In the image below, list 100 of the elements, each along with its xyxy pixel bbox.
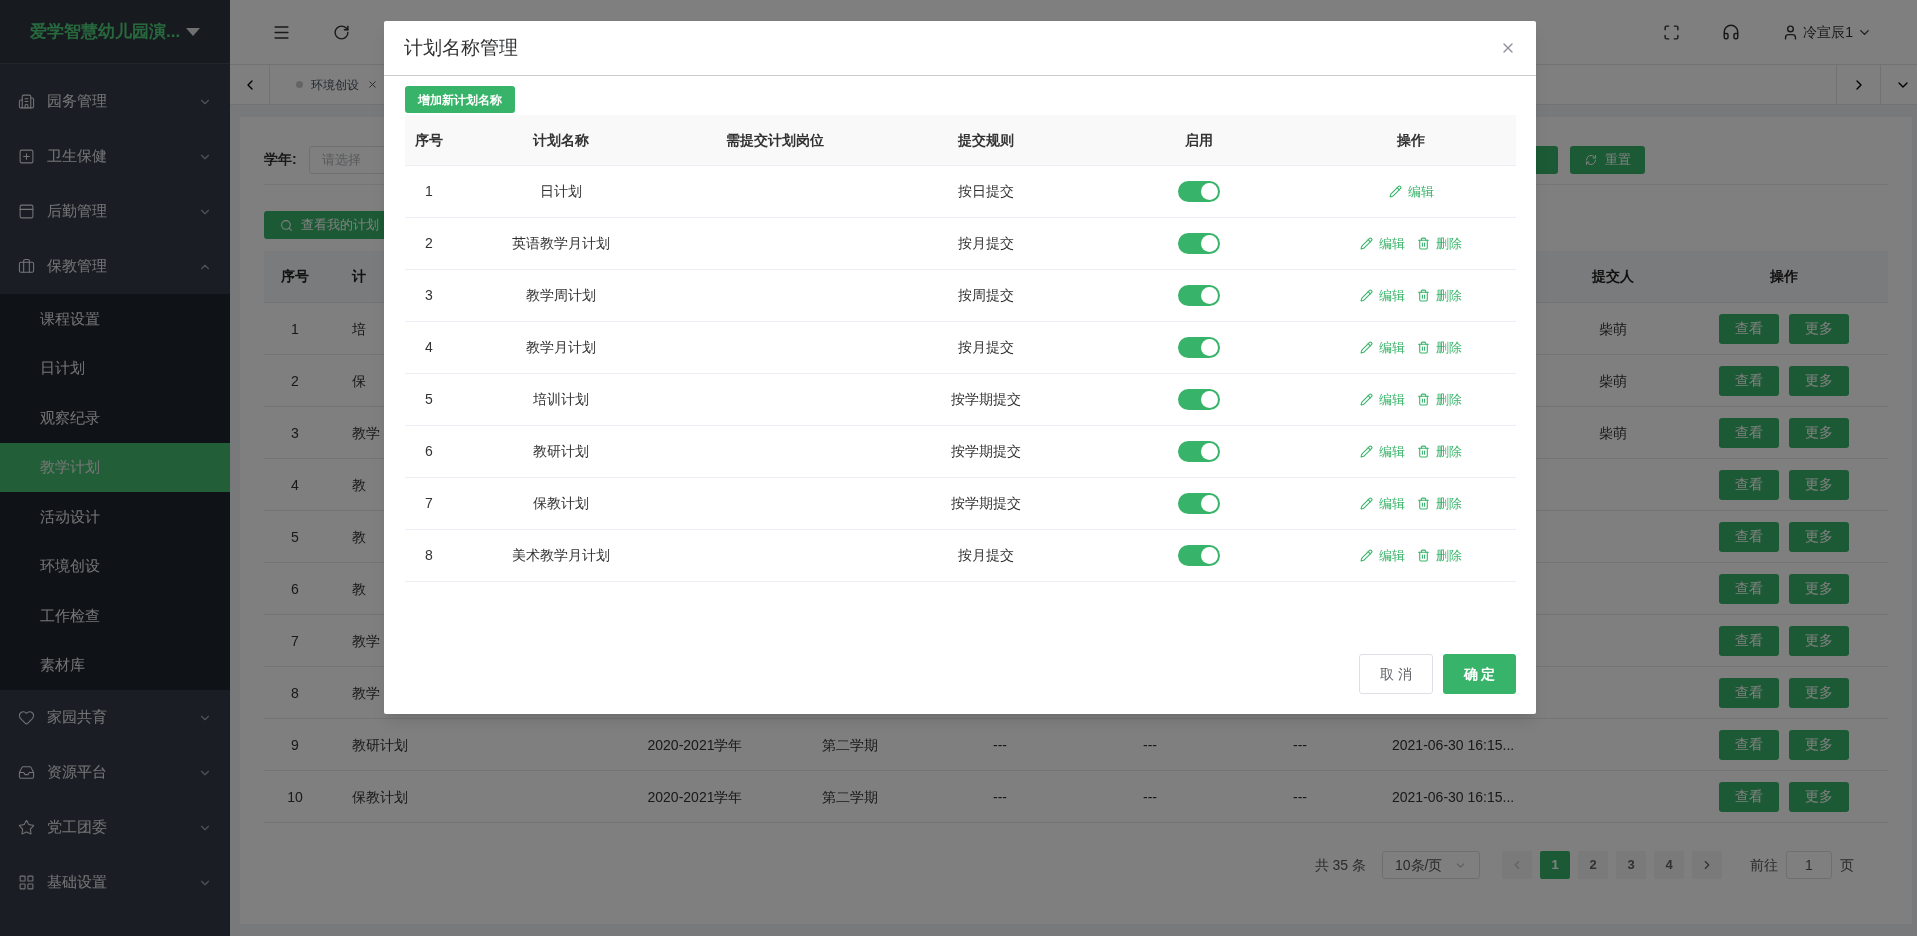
toggle-switch[interactable] <box>1177 441 1220 462</box>
table-cell: 7 <box>425 495 433 511</box>
table-cell: 教 <box>352 476 366 493</box>
page-button[interactable]: 4 <box>1654 851 1684 879</box>
more-button[interactable]: 更多 <box>1789 729 1849 760</box>
search-icon <box>280 218 293 232</box>
confirm-button[interactable]: 确 定 <box>1443 654 1516 694</box>
goto-page-field[interactable]: 1 <box>1786 851 1832 879</box>
more-button[interactable]: 更多 <box>1789 365 1849 396</box>
table-cell: 按月提交 <box>958 547 1014 563</box>
table-cell: 2 <box>425 235 433 251</box>
menu-item[interactable]: 家园共育 <box>0 690 230 745</box>
trash-icon <box>1417 445 1430 458</box>
refresh-icon[interactable] <box>333 23 350 41</box>
submenu-item[interactable]: 环境创设 <box>0 541 230 591</box>
edit-link[interactable]: 编辑 <box>1360 545 1405 566</box>
edit-link[interactable]: 编辑 <box>1360 441 1405 462</box>
page-size-select[interactable]: 10条/页 <box>1382 851 1480 879</box>
close-icon[interactable] <box>367 79 378 90</box>
submenu-item[interactable]: 观察纪录 <box>0 393 230 443</box>
table-cell: 按学期提交 <box>951 495 1021 511</box>
page-button[interactable]: 3 <box>1616 851 1646 879</box>
building-icon <box>18 93 35 110</box>
toggle-switch[interactable] <box>1177 493 1220 514</box>
toggle-switch[interactable] <box>1177 181 1220 202</box>
table-cell: 第二学期 <box>822 736 878 753</box>
fullscreen-icon[interactable] <box>1663 23 1681 41</box>
page-button[interactable]: 2 <box>1578 851 1608 879</box>
table-cell: 7 <box>291 632 299 649</box>
delete-link[interactable]: 删除 <box>1417 441 1462 462</box>
more-button[interactable]: 更多 <box>1789 521 1849 552</box>
more-button[interactable]: 更多 <box>1789 313 1849 344</box>
reset-button[interactable]: 重置 <box>1570 145 1645 174</box>
edit-link[interactable]: 编辑 <box>1360 389 1405 410</box>
delete-link[interactable]: 删除 <box>1417 285 1462 306</box>
toggle-switch[interactable] <box>1177 545 1220 566</box>
submenu-item[interactable]: 工作检查 <box>0 591 230 641</box>
column-header: 操作 <box>1397 131 1425 148</box>
table-cell: 6 <box>425 443 433 459</box>
view-button[interactable]: 查看 <box>1719 573 1779 604</box>
edit-link[interactable]: 编辑 <box>1360 285 1405 306</box>
more-button[interactable]: 更多 <box>1789 781 1849 812</box>
submenu-item[interactable]: 教学计划 <box>0 442 230 492</box>
column-header: 提交规则 <box>958 131 1014 148</box>
pencil-icon <box>1360 497 1373 510</box>
view-button[interactable]: 查看 <box>1719 313 1779 344</box>
submenu-item[interactable]: 素材库 <box>0 640 230 690</box>
toggle-switch[interactable] <box>1177 285 1220 306</box>
page-tab[interactable]: 环境创设 <box>284 75 390 94</box>
view-button[interactable]: 查看 <box>1719 729 1779 760</box>
more-button[interactable]: 更多 <box>1789 417 1849 448</box>
edit-link[interactable]: 编辑 <box>1360 233 1405 254</box>
goto-label: 前往 <box>1750 855 1778 875</box>
submenu-item[interactable]: 日计划 <box>0 343 230 393</box>
toggle-switch[interactable] <box>1177 389 1220 410</box>
column-header: 操作 <box>1770 268 1798 284</box>
user-menu[interactable]: 冷宣辰1 <box>1782 21 1872 43</box>
more-button[interactable]: 更多 <box>1789 573 1849 604</box>
more-button[interactable]: 更多 <box>1789 625 1849 656</box>
delete-link[interactable]: 删除 <box>1417 389 1462 410</box>
delete-link[interactable]: 删除 <box>1417 337 1462 358</box>
caret-icon[interactable] <box>186 27 200 36</box>
page-button[interactable]: 1 <box>1540 851 1570 879</box>
view-button[interactable]: 查看 <box>1719 677 1779 708</box>
menu-item[interactable]: 保教管理 <box>0 239 230 294</box>
cancel-button[interactable]: 取 消 <box>1359 654 1433 694</box>
menu-item[interactable]: 资源平台 <box>0 745 230 800</box>
table-cell: 保 <box>352 372 366 389</box>
view-button[interactable]: 查看 <box>1719 521 1779 552</box>
view-button[interactable]: 查看 <box>1719 625 1779 656</box>
table-cell: 2021-06-30 16:15... <box>1392 788 1515 805</box>
menu-item[interactable]: 基础设置 <box>0 855 230 910</box>
view-button[interactable]: 查看 <box>1719 417 1779 448</box>
toggle-switch[interactable] <box>1177 337 1220 358</box>
edit-link[interactable]: 编辑 <box>1360 337 1405 358</box>
toggle-switch[interactable] <box>1177 233 1220 254</box>
delete-link[interactable]: 删除 <box>1417 233 1462 254</box>
table-cell: 8 <box>291 684 299 701</box>
refresh-icon <box>1584 153 1597 166</box>
more-button[interactable]: 更多 <box>1789 469 1849 500</box>
heart-icon <box>18 709 35 726</box>
submenu-item[interactable]: 课程设置 <box>0 294 230 344</box>
delete-link[interactable]: 删除 <box>1417 545 1462 566</box>
submenu-item[interactable]: 活动设计 <box>0 492 230 542</box>
edit-link[interactable]: 编辑 <box>1360 493 1405 514</box>
table-cell: 按月提交 <box>958 339 1014 355</box>
menu-item[interactable]: 卫生保健 <box>0 129 230 184</box>
delete-link[interactable]: 删除 <box>1417 493 1462 514</box>
view-button[interactable]: 查看 <box>1719 365 1779 396</box>
view-button[interactable]: 查看 <box>1719 781 1779 812</box>
more-button[interactable]: 更多 <box>1789 677 1849 708</box>
headset-icon[interactable] <box>1722 23 1741 41</box>
table-cell: 教学 <box>352 632 380 649</box>
menu-item[interactable]: 园务管理 <box>0 74 230 129</box>
edit-link[interactable]: 编辑 <box>1388 181 1434 202</box>
pencil-icon <box>1360 549 1373 562</box>
menu-item[interactable]: 党工团委 <box>0 800 230 855</box>
view-button[interactable]: 查看 <box>1719 469 1779 500</box>
add-button[interactable]: 增加新计划名称 <box>405 86 515 113</box>
menu-item[interactable]: 后勤管理 <box>0 184 230 239</box>
